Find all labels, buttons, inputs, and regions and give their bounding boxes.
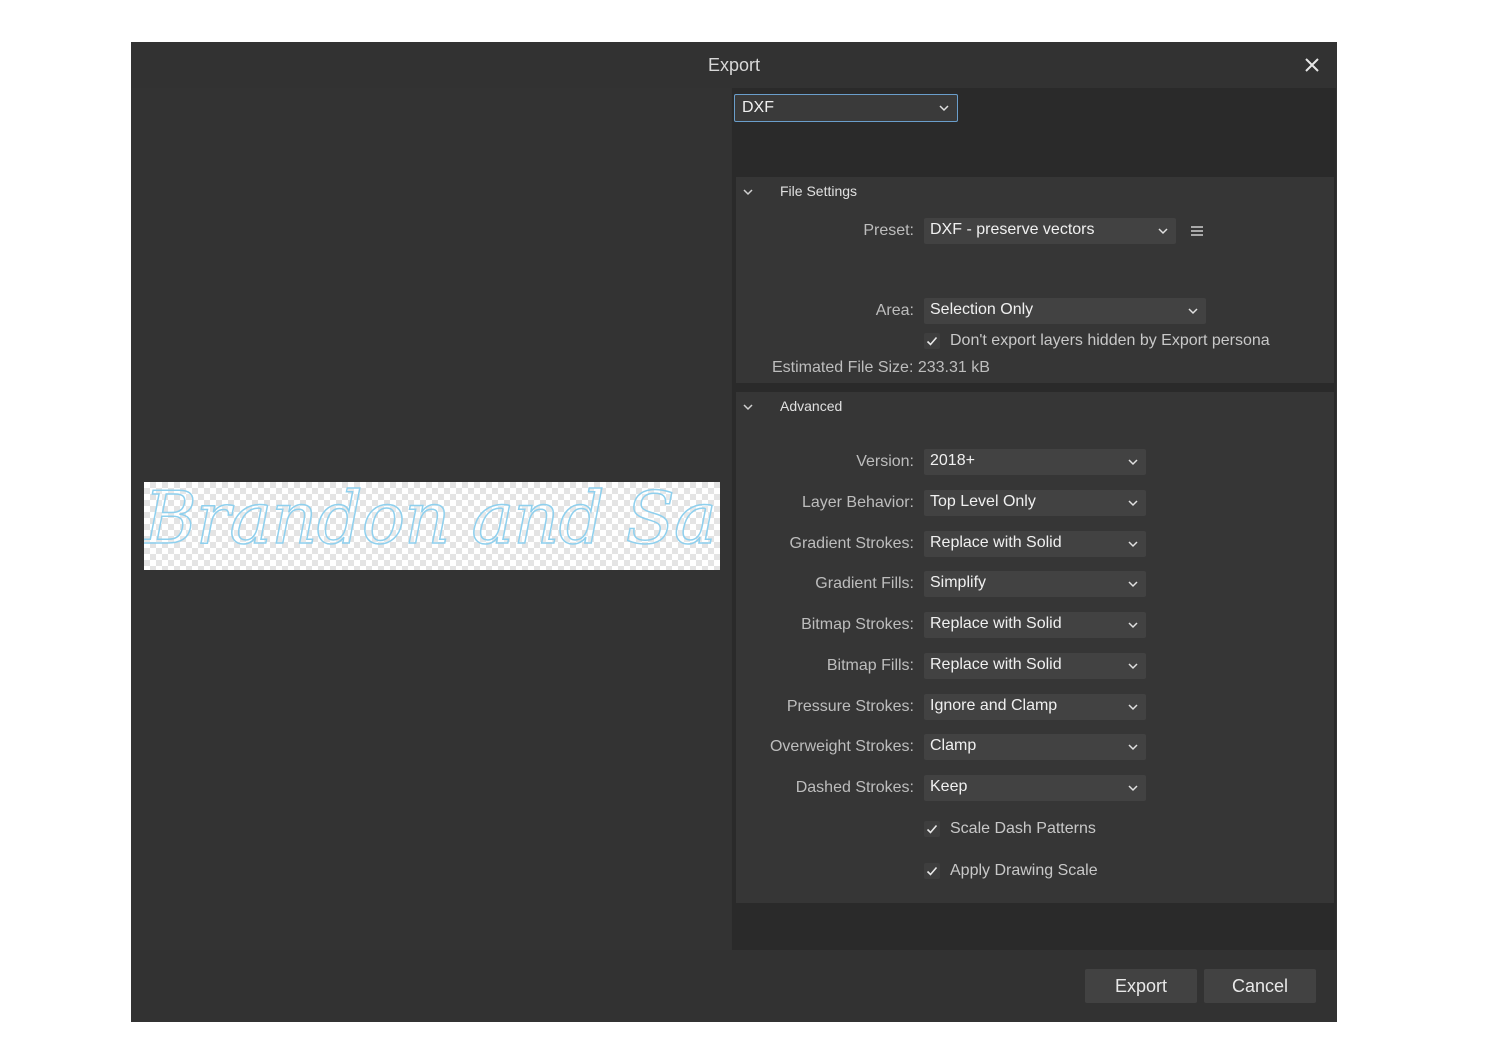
- pressure-strokes-select[interactable]: Ignore and Clamp: [924, 694, 1146, 720]
- title-bar: Export: [131, 42, 1337, 88]
- pressure-strokes-label: Pressure Strokes:: [786, 698, 914, 715]
- advanced-row-pressure-strokes: Pressure Strokes: Ignore and Clamp: [736, 694, 1334, 720]
- chevron-down-icon: [1188, 308, 1198, 315]
- file-settings-title: File Settings: [780, 183, 858, 199]
- chevron-down-icon: [1158, 228, 1168, 235]
- checkmark-icon: [926, 824, 938, 834]
- file-settings-section: File Settings Preset: DXF - preserve vec…: [736, 177, 1334, 383]
- gradient-fills-select-value: Simplify: [930, 574, 987, 591]
- dashed-strokes-select-value: Keep: [930, 778, 968, 795]
- format-select[interactable]: DXF: [734, 94, 958, 122]
- drawing-scale-checkbox[interactable]: [924, 863, 940, 879]
- advanced-title: Advanced: [780, 398, 843, 414]
- gradient-fills-label: Gradient Fills:: [815, 575, 914, 592]
- chevron-down-icon: [1128, 785, 1138, 792]
- layer-behavior-select[interactable]: Top Level Only: [924, 490, 1146, 516]
- bitmap-fills-select-value: Replace with Solid: [930, 656, 1062, 673]
- advanced-row-bitmap-fills: Bitmap Fills: Replace with Solid: [736, 653, 1334, 679]
- advanced-row-overweight-strokes: Overweight Strokes: Clamp: [736, 734, 1334, 760]
- preset-select[interactable]: DXF - preserve vectors: [924, 218, 1176, 244]
- checkmark-icon: [926, 336, 938, 346]
- chevron-down-icon: [1128, 704, 1138, 711]
- area-label: Area:: [875, 302, 914, 319]
- scale-dash-row: Scale Dash Patterns: [736, 817, 1334, 843]
- pressure-strokes-select-value: Ignore and Clamp: [930, 697, 1058, 714]
- version-label: Version:: [856, 453, 914, 470]
- bitmap-strokes-label: Bitmap Strokes:: [801, 616, 914, 633]
- preset-label: Preset:: [863, 222, 914, 239]
- chevron-down-icon: [743, 404, 753, 411]
- drawing-scale-row: Apply Drawing Scale: [736, 859, 1334, 885]
- estimated-size-row: Estimated File Size: 233.31 kB: [736, 355, 1334, 381]
- export-dialog: Export Brandon and Sarah DXF File Settin…: [131, 42, 1337, 1022]
- overweight-strokes-select-value: Clamp: [930, 737, 977, 754]
- export-button[interactable]: Export: [1085, 969, 1197, 1003]
- chevron-down-icon: [939, 105, 949, 112]
- advanced-row-layer-behavior: Layer Behavior: Top Level Only: [736, 490, 1334, 516]
- overweight-strokes-label: Overweight Strokes:: [769, 738, 914, 755]
- version-select[interactable]: 2018+: [924, 449, 1146, 475]
- format-select-value: DXF: [742, 99, 774, 116]
- bitmap-fills-label: Bitmap Fills:: [826, 657, 914, 674]
- advanced-header[interactable]: Advanced: [736, 392, 1334, 420]
- preset-row: Preset: DXF - preserve vectors: [736, 218, 1334, 244]
- preset-select-value: DXF - preserve vectors: [930, 221, 1095, 238]
- chevron-down-icon: [1128, 744, 1138, 751]
- preview-area: Brandon and Sarah: [131, 88, 731, 950]
- gradient-strokes-label: Gradient Strokes:: [789, 535, 915, 552]
- chevron-down-icon: [1128, 663, 1138, 670]
- gradient-strokes-select-value: Replace with Solid: [930, 534, 1062, 551]
- advanced-row-dashed-strokes: Dashed Strokes: Keep: [736, 775, 1334, 801]
- area-row: Area: Selection Only: [736, 298, 1334, 324]
- layer-behavior-label: Layer Behavior:: [801, 494, 914, 511]
- chevron-down-icon: [1128, 500, 1138, 507]
- cancel-button[interactable]: Cancel: [1204, 969, 1316, 1003]
- settings-panel: DXF File Settings Preset: DXF - preserve…: [732, 88, 1336, 950]
- bitmap-strokes-select[interactable]: Replace with Solid: [924, 612, 1146, 638]
- advanced-row-gradient-strokes: Gradient Strokes: Replace with Solid: [736, 531, 1334, 557]
- chevron-down-icon: [1128, 581, 1138, 588]
- chevron-down-icon: [1128, 459, 1138, 466]
- close-button[interactable]: [1297, 50, 1327, 80]
- bitmap-strokes-select-value: Replace with Solid: [930, 615, 1062, 632]
- advanced-row-bitmap-strokes: Bitmap Strokes: Replace with Solid: [736, 612, 1334, 638]
- preview-image: Brandon and Sarah: [144, 482, 720, 570]
- preset-menu-icon[interactable]: [1190, 224, 1204, 238]
- version-select-value: 2018+: [930, 452, 975, 469]
- chevron-down-icon: [1128, 541, 1138, 548]
- layer-behavior-select-value: Top Level Only: [930, 493, 1036, 510]
- hidden-layers-checkbox[interactable]: [924, 333, 940, 349]
- file-settings-header[interactable]: File Settings: [736, 177, 1334, 205]
- chevron-down-icon: [1128, 622, 1138, 629]
- overweight-strokes-select[interactable]: Clamp: [924, 734, 1146, 760]
- chevron-down-icon: [743, 189, 753, 196]
- close-icon: [1305, 58, 1319, 72]
- estimated-file-size: Estimated File Size: 233.31 kB: [772, 359, 990, 376]
- advanced-row-version: Version: 2018+: [736, 449, 1334, 475]
- hidden-layers-row: Don't export layers hidden by Export per…: [736, 329, 1334, 355]
- hidden-layers-label: Don't export layers hidden by Export per…: [950, 332, 1270, 349]
- scale-dash-checkbox[interactable]: [924, 821, 940, 837]
- drawing-scale-label: Apply Drawing Scale: [950, 862, 1098, 879]
- advanced-section: Advanced Version: 2018+ Layer Behavior: …: [736, 392, 1334, 903]
- checkmark-icon: [926, 866, 938, 876]
- area-select-value: Selection Only: [930, 301, 1034, 318]
- scale-dash-label: Scale Dash Patterns: [950, 820, 1096, 837]
- area-select[interactable]: Selection Only: [924, 298, 1206, 324]
- dashed-strokes-label: Dashed Strokes:: [795, 779, 914, 796]
- dashed-strokes-select[interactable]: Keep: [924, 775, 1146, 801]
- bitmap-fills-select[interactable]: Replace with Solid: [924, 653, 1146, 679]
- preview-artwork-text: Brandon and Sarah: [144, 482, 720, 561]
- gradient-fills-select[interactable]: Simplify: [924, 571, 1146, 597]
- gradient-strokes-select[interactable]: Replace with Solid: [924, 531, 1146, 557]
- advanced-row-gradient-fills: Gradient Fills: Simplify: [736, 571, 1334, 597]
- dialog-title: Export: [707, 55, 761, 75]
